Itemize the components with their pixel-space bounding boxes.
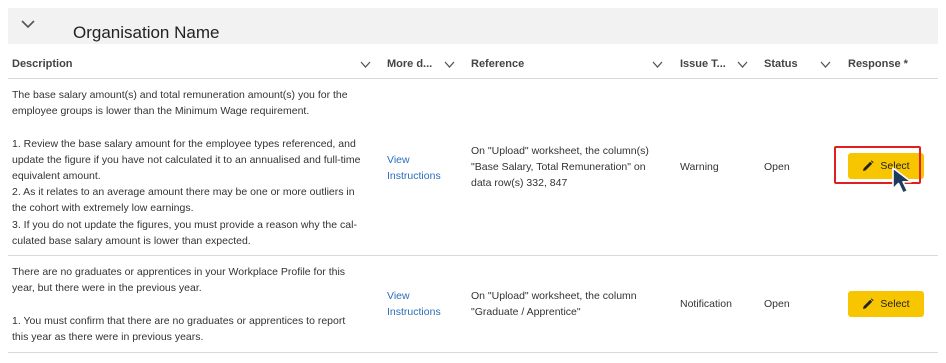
chevron-down-icon[interactable] [20, 17, 36, 31]
column-header-more-details[interactable]: More d... [387, 58, 432, 70]
column-header-reference[interactable]: Reference [471, 58, 524, 70]
status-cell: Open [764, 161, 790, 173]
select-response-button[interactable]: Select [848, 291, 924, 317]
table-row: The base salary amount(s) and total remu… [8, 79, 938, 256]
issue-type-cell: Warning [680, 161, 719, 173]
chevron-down-icon[interactable] [360, 61, 371, 68]
pencil-icon [863, 298, 875, 309]
chevron-down-icon[interactable] [444, 61, 455, 68]
reference-cell: On "Upload" worksheet, the column "Gradu… [471, 290, 637, 318]
chevron-down-icon[interactable] [652, 61, 663, 68]
group-header[interactable]: Organisation Name [8, 8, 938, 44]
view-instructions-link[interactable]: View Instructions [387, 288, 457, 320]
group-title: Organisation Name [73, 23, 220, 42]
column-header-description[interactable]: Description [12, 58, 73, 70]
issue-type-cell: Notification [680, 298, 732, 310]
description-cell: There are no graduates or apprentices in… [12, 266, 346, 343]
table-row: There are no graduates or apprentices in… [8, 256, 938, 353]
table-header: Description More d... Reference Issue T.… [8, 50, 938, 79]
description-cell: The base salary amount(s) and total remu… [12, 89, 361, 247]
select-label: Select [880, 298, 910, 310]
column-header-issue-type[interactable]: Issue T... [680, 58, 726, 70]
mouse-pointer-icon [892, 167, 912, 194]
column-header-response[interactable]: Response * [848, 58, 908, 70]
status-cell: Open [764, 298, 790, 310]
reference-cell: On "Upload" worksheet, the column(s) "Ba… [471, 145, 649, 189]
view-instructions-link[interactable]: View Instructions [387, 152, 457, 184]
chevron-down-icon[interactable] [737, 61, 748, 68]
chevron-down-icon[interactable] [820, 61, 831, 68]
column-header-status[interactable]: Status [764, 58, 798, 70]
